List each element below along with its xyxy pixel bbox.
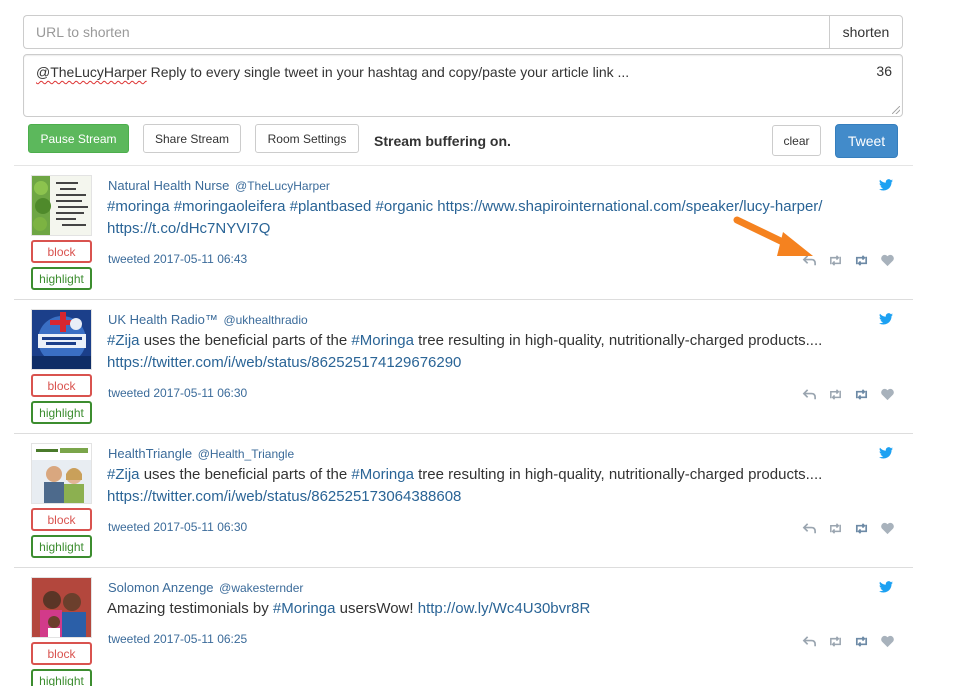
avatar[interactable] bbox=[31, 443, 92, 504]
reply-icon[interactable] bbox=[802, 634, 817, 649]
tweet-text: Amazing testimonials by #Moringa usersWo… bbox=[107, 598, 852, 620]
room-settings-button[interactable]: Room Settings bbox=[255, 124, 359, 153]
retweet-icon[interactable] bbox=[828, 634, 843, 649]
tweet-button[interactable]: Tweet bbox=[835, 124, 898, 158]
tweet-author[interactable]: Natural Health Nurse @TheLucyHarper bbox=[108, 178, 330, 193]
stream-status: Stream buffering on. bbox=[374, 133, 511, 149]
author-handle: @Health_Triangle bbox=[197, 447, 295, 461]
hashtag-link[interactable]: #Zija bbox=[107, 466, 140, 483]
highlight-button[interactable]: highlight bbox=[31, 669, 92, 686]
author-name: UK Health Radio™ bbox=[108, 312, 218, 327]
tweet-item: block highlight UK Health Radio™ @ukheal… bbox=[14, 299, 913, 433]
quote-retweet-icon[interactable] bbox=[854, 634, 869, 649]
clear-button[interactable]: clear bbox=[772, 125, 821, 156]
reply-icon[interactable] bbox=[802, 521, 817, 536]
hashtag-link[interactable]: #Moringa bbox=[351, 466, 414, 483]
favorite-heart-icon[interactable] bbox=[880, 387, 895, 402]
retweet-icon[interactable] bbox=[828, 521, 843, 536]
url-shortener: shorten bbox=[23, 15, 903, 49]
author-name: Natural Health Nurse bbox=[108, 178, 230, 193]
quote-retweet-icon[interactable] bbox=[854, 387, 869, 402]
tweet-actions bbox=[802, 521, 895, 536]
tweet-text: #Zija uses the beneficial parts of the #… bbox=[107, 464, 852, 508]
tweet-line: #Zija uses the beneficial parts of the #… bbox=[107, 466, 823, 483]
avatar[interactable] bbox=[31, 577, 92, 638]
twitter-bird-icon bbox=[879, 447, 893, 459]
quote-retweet-icon[interactable] bbox=[854, 253, 869, 268]
reply-icon[interactable] bbox=[802, 387, 817, 402]
hashtag-link[interactable]: #Moringa bbox=[273, 600, 336, 617]
block-button[interactable]: block bbox=[31, 374, 92, 397]
shorten-button[interactable]: shorten bbox=[829, 15, 903, 49]
favorite-heart-icon[interactable] bbox=[880, 253, 895, 268]
hashtag-link[interactable]: #Moringa bbox=[351, 332, 414, 349]
hashtag-link[interactable]: #Zija bbox=[107, 332, 140, 349]
retweet-icon[interactable] bbox=[828, 253, 843, 268]
url-link[interactable]: http://ow.ly/Wc4U30bvr8R bbox=[418, 600, 591, 617]
pause-stream-button[interactable]: Pause Stream bbox=[28, 124, 129, 153]
tweet-author[interactable]: Solomon Anzenge @wakesternder bbox=[108, 580, 303, 595]
tweet-line-text: Amazing testimonials by #Moringa usersWo… bbox=[107, 600, 591, 617]
highlight-button[interactable]: highlight bbox=[31, 535, 92, 558]
share-stream-button[interactable]: Share Stream bbox=[143, 124, 241, 153]
tweet-author[interactable]: HealthTriangle @Health_Triangle bbox=[108, 446, 294, 461]
block-button[interactable]: block bbox=[31, 642, 92, 665]
annotation-arrow-icon bbox=[733, 216, 813, 256]
block-button[interactable]: block bbox=[31, 508, 92, 531]
tweet-link[interactable]: https://twitter.com/i/web/status/8625251… bbox=[107, 352, 852, 374]
hashtag-link[interactable]: #organic bbox=[376, 198, 434, 215]
quote-retweet-icon[interactable] bbox=[854, 521, 869, 536]
resize-handle[interactable] bbox=[892, 106, 900, 114]
highlight-button[interactable]: highlight bbox=[31, 401, 92, 424]
author-name: Solomon Anzenge bbox=[108, 580, 214, 595]
tweet-timestamp[interactable]: tweeted 2017-05-11 06:25 bbox=[108, 632, 247, 646]
twitter-bird-icon bbox=[879, 313, 893, 325]
author-handle: @ukhealthradio bbox=[223, 313, 308, 327]
hashtag-link[interactable]: #moringaoleifera bbox=[174, 198, 286, 215]
block-button[interactable]: block bbox=[31, 240, 92, 263]
tweet-line: Amazing testimonials by #Moringa usersWo… bbox=[107, 598, 852, 620]
tweet-item: block highlight HealthTriangle @Health_T… bbox=[14, 433, 913, 567]
tweet-actions bbox=[802, 634, 895, 649]
avatar[interactable] bbox=[31, 309, 92, 370]
tweet-item: block highlight Solomon Anzenge @wakeste… bbox=[14, 567, 913, 686]
twitter-bird-icon bbox=[879, 581, 893, 593]
highlight-button[interactable]: highlight bbox=[31, 267, 92, 290]
tweet-link[interactable]: https://twitter.com/i/web/status/8625251… bbox=[107, 486, 852, 508]
favorite-heart-icon[interactable] bbox=[880, 521, 895, 536]
tweet-author[interactable]: UK Health Radio™ @ukhealthradio bbox=[108, 312, 308, 327]
compose-body: Reply to every single tweet in your hash… bbox=[146, 64, 630, 80]
twitter-bird-icon bbox=[879, 179, 893, 191]
author-name: HealthTriangle bbox=[108, 446, 193, 461]
tweet-compose-textarea[interactable]: @TheLucyHarper Reply to every single twe… bbox=[23, 54, 903, 117]
retweet-icon[interactable] bbox=[828, 387, 843, 402]
avatar[interactable] bbox=[31, 175, 92, 236]
url-link[interactable]: https://www.shapirointernational.com/spe… bbox=[437, 198, 822, 215]
author-handle: @TheLucyHarper bbox=[235, 179, 330, 193]
tweet-text: #Zija uses the beneficial parts of the #… bbox=[107, 330, 852, 374]
tweet-actions bbox=[802, 387, 895, 402]
url-input[interactable] bbox=[23, 15, 829, 49]
tweet-timestamp[interactable]: tweeted 2017-05-11 06:30 bbox=[108, 386, 247, 400]
tweet-timestamp[interactable]: tweeted 2017-05-11 06:30 bbox=[108, 520, 247, 534]
favorite-heart-icon[interactable] bbox=[880, 634, 895, 649]
hashtag-link[interactable]: #moringa bbox=[107, 198, 170, 215]
compose-text: @TheLucyHarper Reply to every single twe… bbox=[36, 64, 629, 80]
character-count: 36 bbox=[876, 63, 892, 79]
tweet-line: #Zija uses the beneficial parts of the #… bbox=[107, 332, 823, 349]
compose-mention: @TheLucyHarper bbox=[36, 64, 147, 80]
tweet-timestamp[interactable]: tweeted 2017-05-11 06:43 bbox=[108, 252, 247, 266]
author-handle: @wakesternder bbox=[219, 581, 304, 595]
hashtag-link[interactable]: #plantbased bbox=[290, 198, 372, 215]
